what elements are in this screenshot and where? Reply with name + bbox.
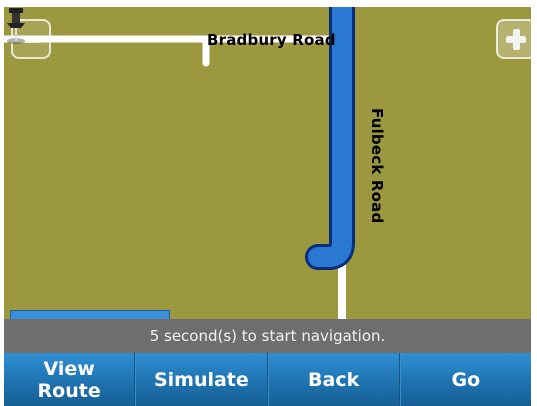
panel-tab [10, 310, 170, 319]
map-view[interactable]: Bradbury Road Fulbeck Road [4, 7, 531, 319]
go-button[interactable]: Go [399, 353, 531, 406]
back-button[interactable]: Back [267, 353, 400, 406]
map-roads [4, 7, 355, 319]
road-label-fulbeck: Fulbeck Road [368, 108, 386, 224]
status-message: 5 second(s) to start navigation. [4, 319, 531, 353]
bottom-toolbar: View Route Simulate Back Go [4, 353, 531, 406]
pushpin-icon [7, 8, 25, 44]
view-route-button[interactable]: View Route [4, 353, 136, 406]
zoom-in-button[interactable] [496, 19, 531, 59]
simulate-button[interactable]: Simulate [135, 353, 268, 406]
navigation-screen: Bradbury Road Fulbeck Road 5 second(s) t… [0, 0, 537, 406]
road-label-bradbury: Bradbury Road [207, 31, 336, 49]
